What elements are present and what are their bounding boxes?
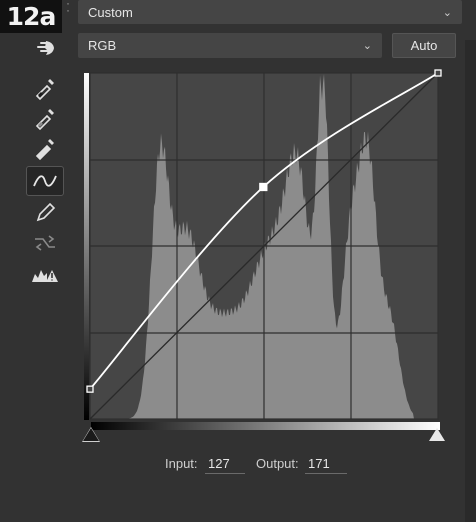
channel-dropdown[interactable]: RGB ⌄ (78, 33, 382, 58)
input-label: Input: (165, 456, 198, 471)
curves-panel: 12a · · Custom ⌄ RGB ⌄ Auto Input: 127 O… (0, 0, 476, 522)
input-gradient-bar (91, 422, 440, 430)
black-point-slider-fill[interactable] (83, 428, 99, 441)
input-output-row: Input: 127 Output: 171 (0, 456, 476, 476)
pencil-draw-icon[interactable] (26, 198, 64, 228)
curve-point[interactable] (434, 69, 442, 77)
scrollbar[interactable] (465, 40, 476, 522)
preset-handle: · · (66, 0, 70, 17)
smooth-curve-icon[interactable] (26, 228, 64, 258)
curve-point-selected[interactable] (259, 182, 268, 192)
auto-button[interactable]: Auto (392, 33, 456, 58)
white-point-eyedropper-icon[interactable] (26, 133, 64, 163)
input-field[interactable]: 127 (205, 456, 245, 474)
figure-label: 12a (0, 0, 62, 33)
chevron-down-icon: ⌄ (362, 40, 372, 52)
white-point-slider[interactable] (429, 428, 445, 441)
preset-dropdown[interactable]: Custom ⌄ (78, 0, 462, 24)
output-label: Output: (256, 456, 299, 471)
chevron-down-icon: ⌄ (442, 6, 452, 19)
on-image-adjust-icon[interactable] (26, 33, 64, 63)
black-point-eyedropper-icon[interactable] (26, 73, 64, 103)
gray-point-eyedropper-icon[interactable] (26, 103, 64, 133)
curve-point[interactable] (86, 385, 94, 393)
curve-point-icon[interactable] (26, 166, 64, 196)
curves-graph[interactable] (84, 68, 444, 424)
clipping-warning-icon[interactable] (26, 260, 64, 290)
preset-value: Custom (88, 4, 133, 20)
output-field[interactable]: 171 (305, 456, 347, 474)
channel-value: RGB (88, 38, 117, 53)
